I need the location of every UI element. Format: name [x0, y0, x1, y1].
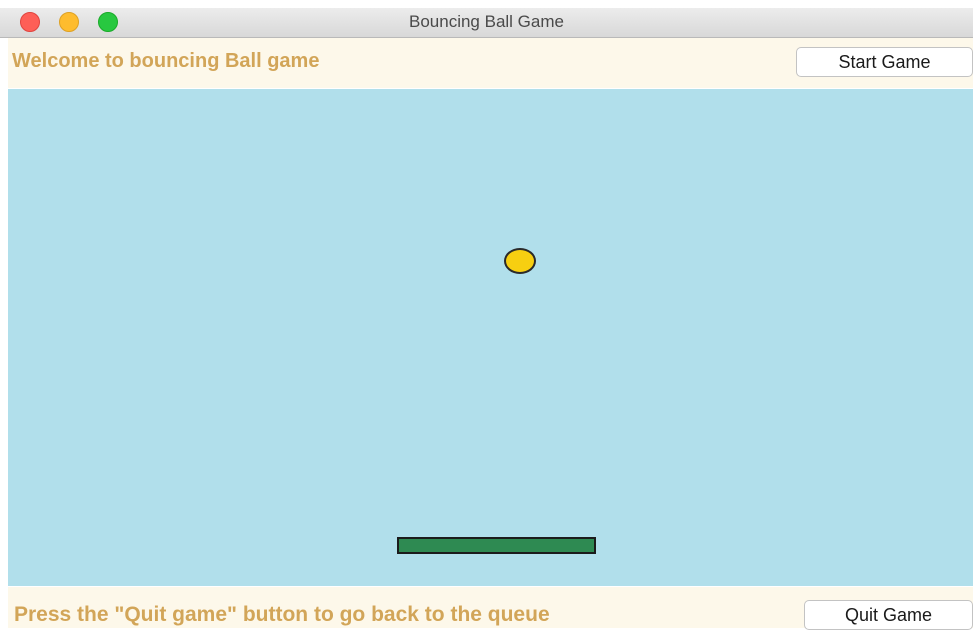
welcome-label: Welcome to bouncing Ball game [12, 50, 320, 72]
game-canvas[interactable] [8, 89, 973, 586]
bottom-panel: Press the "Quit game" button to go back … [8, 587, 973, 630]
window-title: Bouncing Ball Game [409, 12, 564, 31]
start-game-button[interactable]: Start Game [796, 47, 973, 77]
top-panel: Welcome to bouncing Ball game Start Game [8, 38, 973, 88]
paddle[interactable] [397, 537, 596, 554]
ball [504, 248, 536, 274]
quit-game-button[interactable]: Quit Game [804, 600, 973, 630]
title-bar[interactable]: Bouncing Ball Game [0, 8, 973, 38]
quit-instructions-label: Press the "Quit game" button to go back … [14, 603, 550, 626]
cropped-top-strip [0, 0, 973, 8]
game-window: Bouncing Ball Game Welcome to bouncing B… [0, 0, 973, 630]
